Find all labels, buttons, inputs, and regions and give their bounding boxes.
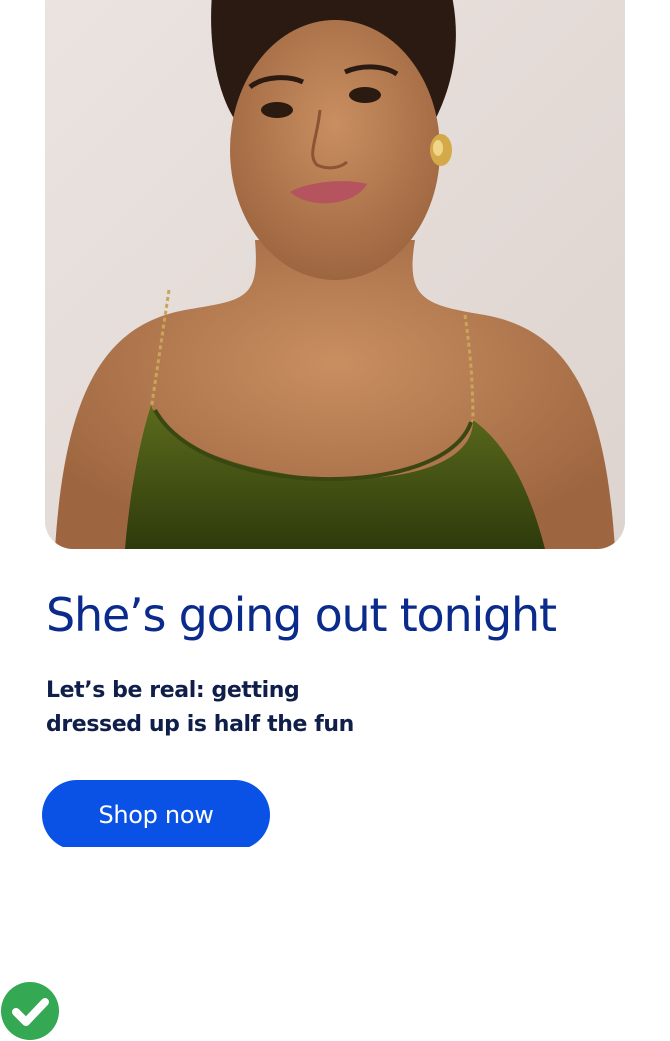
promo-subtext: Let’s be real: getting dressed up is hal… <box>46 678 354 737</box>
hero-image[interactable] <box>45 0 625 549</box>
promo-headline: She’s going out tonight <box>46 588 557 642</box>
shop-now-button[interactable]: Shop now <box>42 780 270 847</box>
check-circle-icon <box>0 981 60 1041</box>
hero-photo <box>45 0 625 549</box>
